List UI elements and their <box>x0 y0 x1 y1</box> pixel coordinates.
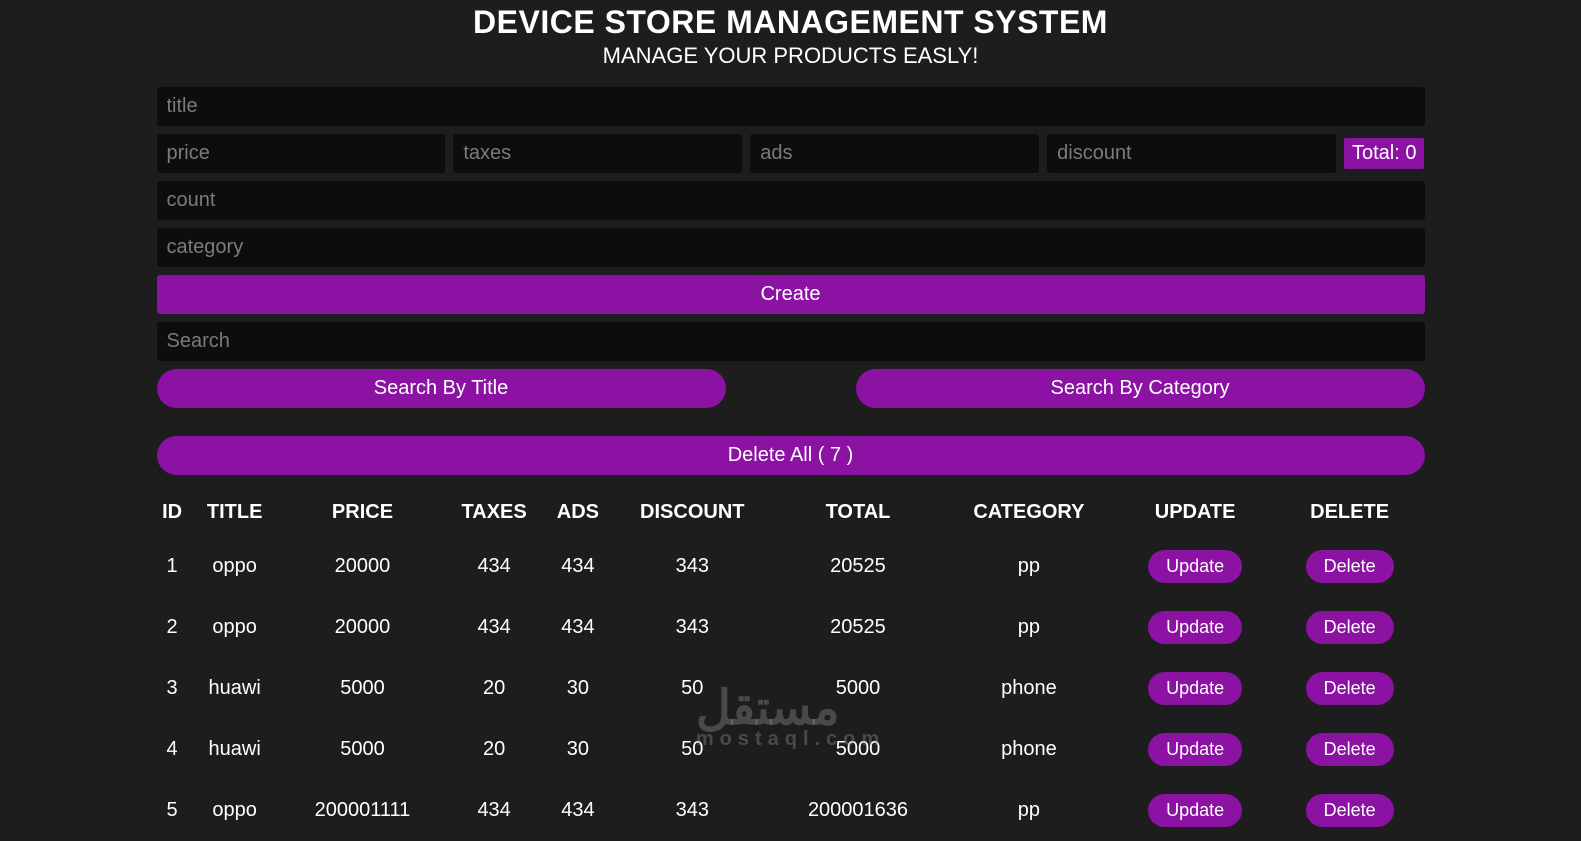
table-cell-title: huawi <box>188 719 282 780</box>
table-cell-total: 20525 <box>774 597 943 658</box>
table-cell-title: oppo <box>188 597 282 658</box>
table-header: ID <box>157 501 188 536</box>
table-cell-taxes: 434 <box>443 597 545 658</box>
taxes-input[interactable] <box>453 134 742 173</box>
table-cell-price: 200001111 <box>282 780 444 841</box>
category-input[interactable] <box>157 228 1425 267</box>
table-cell-total: 5000 <box>774 658 943 719</box>
table-cell-category: pp <box>942 780 1115 841</box>
products-table: IDTITLEPRICETAXESADSDISCOUNTTOTALCATEGOR… <box>157 501 1425 841</box>
delete-button[interactable]: Delete <box>1306 733 1394 766</box>
table-cell-discount: 343 <box>611 597 774 658</box>
update-button[interactable]: Update <box>1148 550 1242 583</box>
table-cell-taxes: 20 <box>443 719 545 780</box>
table-cell-discount: 343 <box>611 780 774 841</box>
table-header: DELETE <box>1275 501 1425 536</box>
table-cell-id: 5 <box>157 780 188 841</box>
total-label: Total: 0 <box>1344 138 1424 169</box>
update-button[interactable]: Update <box>1148 611 1242 644</box>
count-input[interactable] <box>157 181 1425 220</box>
table-cell-ads: 434 <box>545 536 611 597</box>
table-cell-discount: 343 <box>611 536 774 597</box>
table-cell-id: 1 <box>157 536 188 597</box>
delete-button[interactable]: Delete <box>1306 550 1394 583</box>
page-subtitle: MANAGE YOUR PRODUCTS EASLY! <box>157 43 1425 69</box>
table-cell-price: 5000 <box>282 719 444 780</box>
table-cell-taxes: 20 <box>443 658 545 719</box>
delete-button[interactable]: Delete <box>1306 794 1394 827</box>
table-cell-id: 4 <box>157 719 188 780</box>
table-header: ADS <box>545 501 611 536</box>
table-header: PRICE <box>282 501 444 536</box>
table-row: 5oppo200001111434434343200001636ppUpdate… <box>157 780 1425 841</box>
table-cell-price: 20000 <box>282 536 444 597</box>
table-row: 1oppo2000043443434320525ppUpdateDelete <box>157 536 1425 597</box>
create-button[interactable]: Create <box>157 275 1425 314</box>
search-by-title-button[interactable]: Search By Title <box>157 369 726 408</box>
table-cell-taxes: 434 <box>443 780 545 841</box>
delete-button[interactable]: Delete <box>1306 672 1394 705</box>
search-input[interactable] <box>157 322 1425 361</box>
table-cell-total: 200001636 <box>774 780 943 841</box>
update-button[interactable]: Update <box>1148 733 1242 766</box>
table-header: UPDATE <box>1116 501 1275 536</box>
table-cell-total: 5000 <box>774 719 943 780</box>
table-cell-id: 3 <box>157 658 188 719</box>
table-header: DISCOUNT <box>611 501 774 536</box>
table-cell-ads: 434 <box>545 597 611 658</box>
table-cell-price: 20000 <box>282 597 444 658</box>
table-cell-total: 20525 <box>774 536 943 597</box>
price-input[interactable] <box>157 134 446 173</box>
ads-input[interactable] <box>750 134 1039 173</box>
table-cell-ads: 30 <box>545 658 611 719</box>
discount-input[interactable] <box>1047 134 1336 173</box>
update-button[interactable]: Update <box>1148 794 1242 827</box>
table-header: TITLE <box>188 501 282 536</box>
page-title: DEVICE STORE MANAGEMENT SYSTEM <box>157 4 1425 41</box>
table-cell-title: huawi <box>188 658 282 719</box>
search-by-category-button[interactable]: Search By Category <box>856 369 1425 408</box>
table-cell-category: phone <box>942 658 1115 719</box>
delete-all-button[interactable]: Delete All ( 7 ) <box>157 436 1425 475</box>
delete-button[interactable]: Delete <box>1306 611 1394 644</box>
table-row: 4huawi50002030505000phoneUpdateDelete <box>157 719 1425 780</box>
table-cell-ads: 30 <box>545 719 611 780</box>
table-cell-title: oppo <box>188 536 282 597</box>
table-row: 3huawi50002030505000phoneUpdateDelete <box>157 658 1425 719</box>
table-row: 2oppo2000043443434320525ppUpdateDelete <box>157 597 1425 658</box>
table-cell-category: phone <box>942 719 1115 780</box>
table-header: TAXES <box>443 501 545 536</box>
table-cell-ads: 434 <box>545 780 611 841</box>
table-cell-taxes: 434 <box>443 536 545 597</box>
table-cell-id: 2 <box>157 597 188 658</box>
table-header: TOTAL <box>774 501 943 536</box>
title-input[interactable] <box>157 87 1425 126</box>
update-button[interactable]: Update <box>1148 672 1242 705</box>
table-cell-title: oppo <box>188 780 282 841</box>
table-cell-category: pp <box>942 597 1115 658</box>
table-cell-discount: 50 <box>611 658 774 719</box>
table-cell-price: 5000 <box>282 658 444 719</box>
table-cell-category: pp <box>942 536 1115 597</box>
table-header: CATEGORY <box>942 501 1115 536</box>
table-cell-discount: 50 <box>611 719 774 780</box>
